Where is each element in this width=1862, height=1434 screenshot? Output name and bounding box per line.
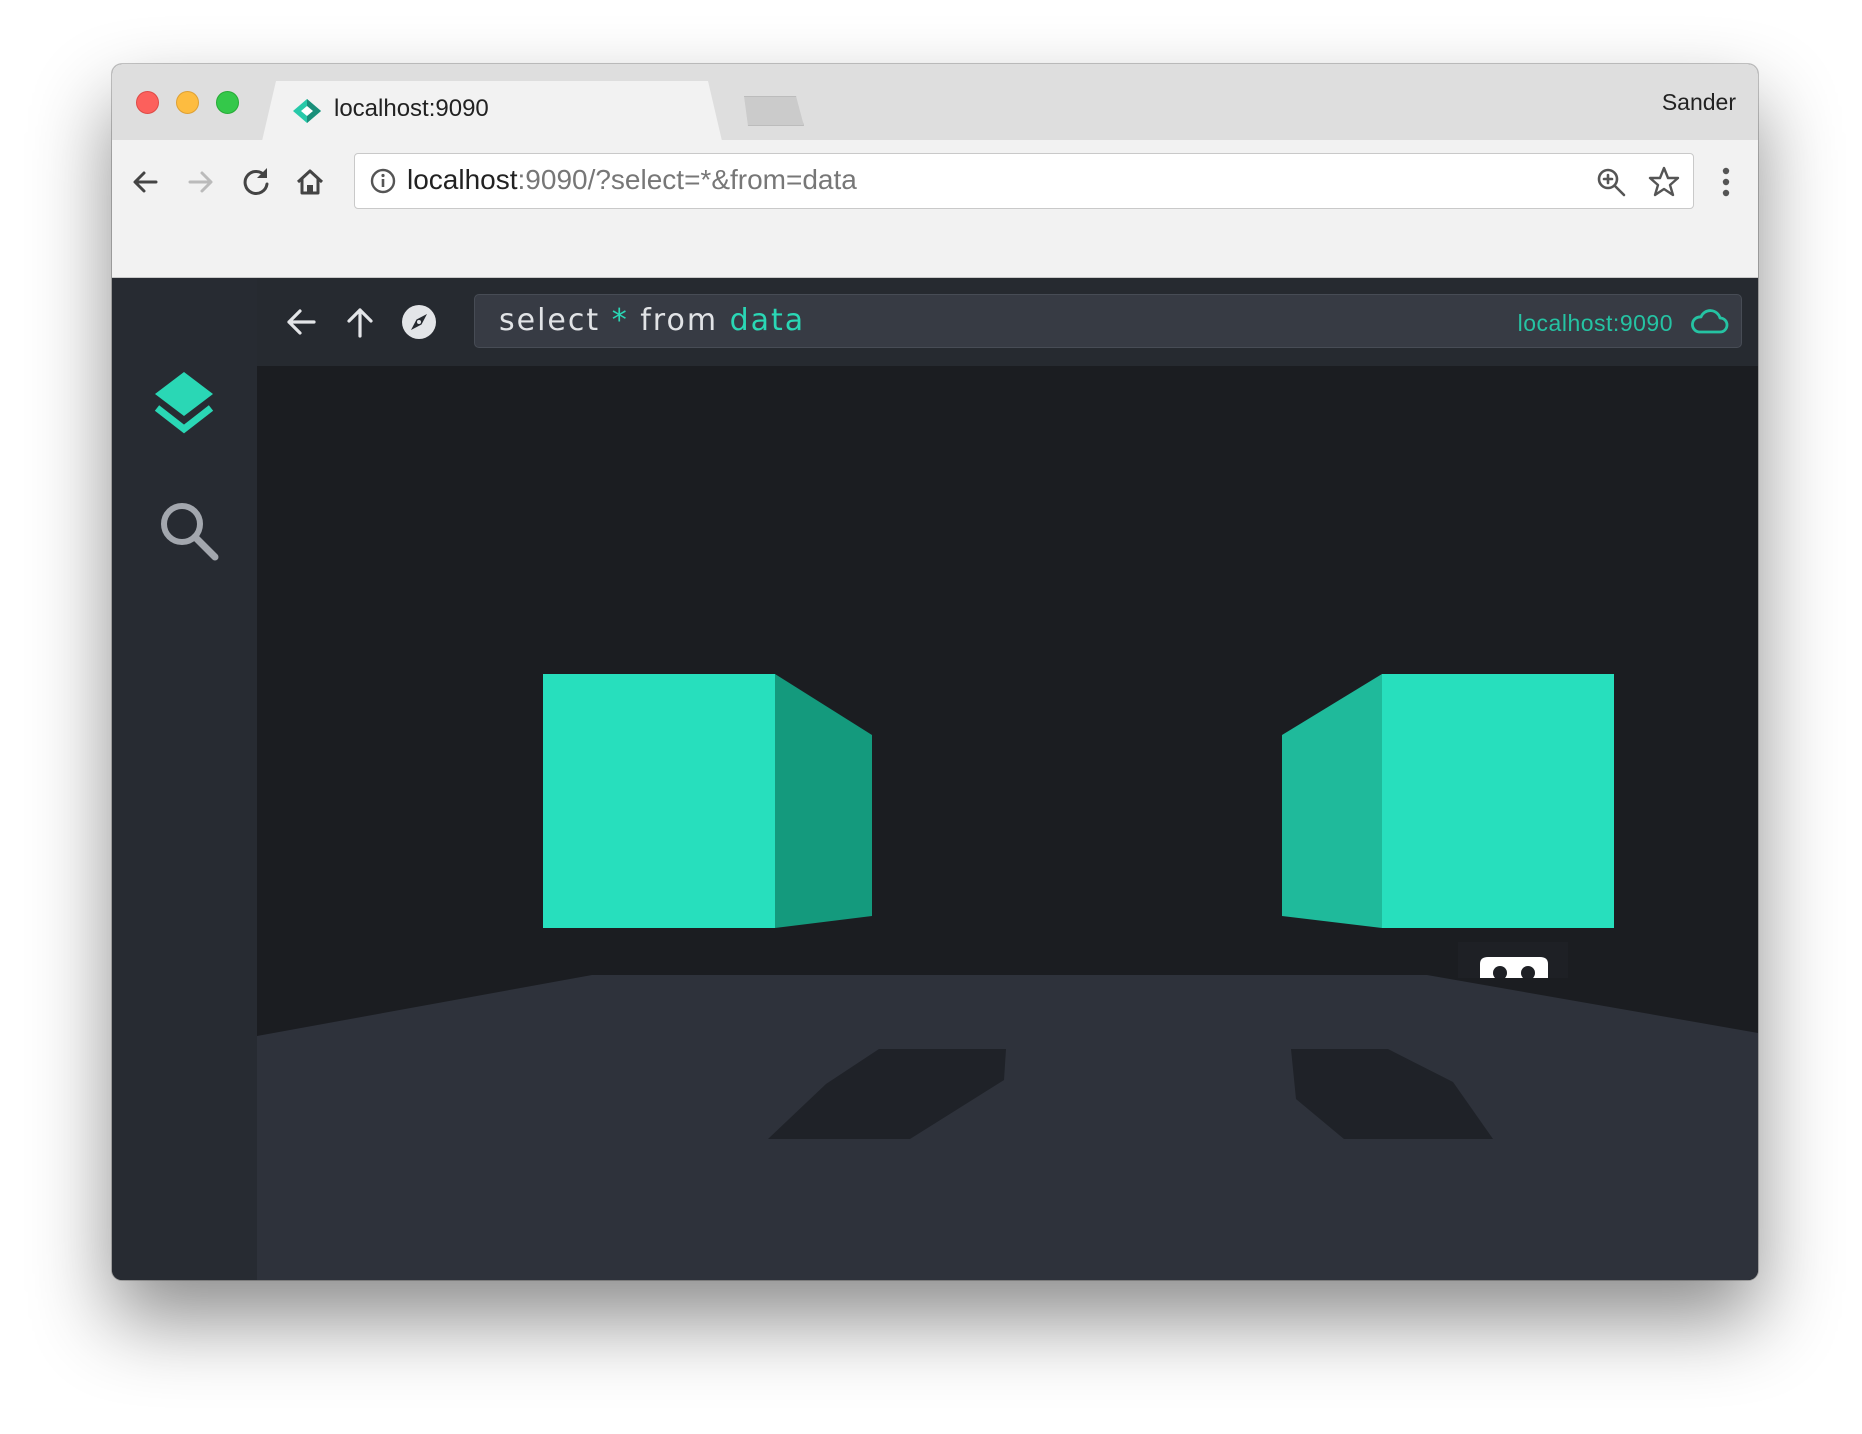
url-path: :9090/?select=*&from=data	[517, 164, 857, 195]
floor-plane	[257, 975, 1758, 1280]
info-icon[interactable]	[369, 167, 397, 195]
right-cube-front	[1382, 674, 1614, 928]
zoom-window-button[interactable]	[216, 91, 239, 114]
app-header: select * from data localhost:9090	[257, 278, 1758, 366]
zoom-icon[interactable]	[1595, 166, 1627, 198]
home-icon[interactable]	[290, 162, 330, 202]
host-label: localhost:9090	[1517, 310, 1673, 336]
back-arrow-icon[interactable]	[281, 302, 321, 342]
app-sidebar	[112, 278, 257, 1280]
vr-headset-icon	[1480, 957, 1548, 978]
minimize-window-button[interactable]	[176, 91, 199, 114]
close-window-button[interactable]	[136, 91, 159, 114]
profile-name[interactable]: Sander	[1662, 89, 1736, 116]
query-star: *	[611, 303, 629, 338]
query-keyword-from: from	[640, 303, 719, 338]
search-icon[interactable]	[158, 500, 220, 562]
scene-3d[interactable]	[257, 366, 1758, 1280]
url-host: localhost	[407, 164, 518, 195]
new-tab-button[interactable]	[744, 96, 804, 126]
cloud-icon[interactable]	[1689, 307, 1729, 337]
favicon-icon	[293, 99, 321, 123]
browser-window: localhost:9090 ✕ Sander localhost:9090/?…	[112, 64, 1758, 1280]
query-text[interactable]: select * from data	[499, 303, 805, 338]
browser-menu-icon[interactable]	[1718, 162, 1734, 202]
tab-title: localhost:9090	[334, 95, 489, 122]
compass-icon[interactable]	[399, 302, 439, 342]
query-input[interactable]: select * from data localhost:9090	[474, 294, 1742, 348]
address-bar[interactable]: localhost:9090/?select=*&from=data	[354, 153, 1694, 209]
layers-icon[interactable]	[152, 370, 216, 436]
query-table: data	[729, 303, 806, 338]
up-arrow-icon[interactable]	[340, 302, 380, 342]
tab-strip: localhost:9090 ✕ Sander	[112, 64, 1758, 141]
query-keyword-select: select	[499, 303, 601, 338]
back-icon[interactable]	[126, 162, 166, 202]
reload-icon[interactable]	[236, 162, 276, 202]
url-text[interactable]: localhost:9090/?select=*&from=data	[407, 164, 857, 196]
bookmark-star-icon[interactable]	[1647, 165, 1681, 199]
browser-toolbar: localhost:9090/?select=*&from=data	[112, 140, 1758, 278]
left-cube-front	[543, 674, 775, 928]
forward-icon[interactable]	[180, 162, 220, 202]
browser-tab[interactable]: localhost:9090 ✕	[262, 81, 722, 141]
vr-mode-button[interactable]	[1458, 942, 1568, 978]
